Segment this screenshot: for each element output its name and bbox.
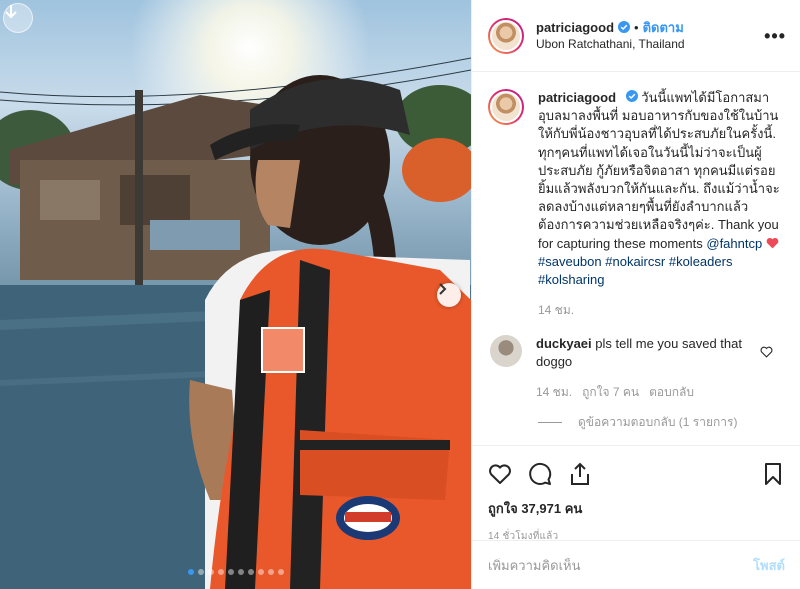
post-details-panel: patriciagood • ติดตาม Ubon Ratchathani, …: [471, 0, 800, 589]
hashtag-link[interactable]: #koleaders: [669, 254, 733, 269]
photo-scene: [0, 0, 471, 589]
carousel-dot: [208, 569, 214, 575]
replies-divider: [538, 422, 562, 424]
username-link[interactable]: patriciagood: [536, 19, 614, 36]
hashtag-link[interactable]: #nokaircsr: [605, 254, 665, 269]
caption-username[interactable]: patriciagood: [538, 90, 616, 105]
action-bar: [488, 454, 785, 494]
add-comment-bar: โพสต์: [472, 540, 800, 589]
carousel-dot: [228, 569, 234, 575]
mention-link[interactable]: @fahntcp: [706, 236, 762, 251]
comment-age: 14 ชม.: [536, 385, 573, 400]
heart-icon[interactable]: [488, 462, 512, 486]
next-arrow-icon[interactable]: [437, 283, 461, 307]
red-heart-emoji: [766, 236, 779, 249]
hashtag-link[interactable]: #saveubon: [538, 254, 602, 269]
carousel-dot: [238, 569, 244, 575]
avatar[interactable]: [488, 17, 524, 54]
caption-text: วันนี้แพทได้มีโอกาสมาอุบลมาลงพื้นที่ มอบ…: [538, 90, 780, 251]
carousel-indicator: [188, 569, 284, 575]
caption-age: 14 ชม.: [538, 303, 575, 318]
likes-count[interactable]: ถูกใจ 37,971 คน: [488, 498, 785, 519]
reply-button[interactable]: ตอบกลับ: [649, 383, 694, 401]
comments-section: patriciagood วันนี้แพทได้มีโอกาสมาอุบลมา…: [472, 73, 800, 445]
heart-icon[interactable]: [760, 345, 773, 359]
comment-likes-link[interactable]: ถูกใจ 7 คน: [582, 383, 639, 401]
verified-badge-icon: [625, 90, 638, 102]
comment-icon[interactable]: [528, 462, 552, 486]
hashtag-link[interactable]: #kolsharing: [538, 272, 605, 287]
bookmark-icon[interactable]: [761, 462, 785, 486]
carousel-dot: [188, 569, 194, 575]
comment-item: duckyaei pls tell me you saved that dogg…: [488, 335, 785, 401]
commenter-username[interactable]: duckyaei: [536, 336, 592, 351]
carousel-dot: [258, 569, 264, 575]
post-photo[interactable]: [0, 0, 471, 589]
view-replies-button[interactable]: ดูข้อความตอบกลับ (1 รายการ): [538, 413, 785, 432]
carousel-dot: [218, 569, 224, 575]
caption-avatar[interactable]: [488, 89, 524, 125]
carousel-dot: [278, 569, 284, 575]
add-comment-input[interactable]: [488, 557, 754, 573]
caption: patriciagood วันนี้แพทได้มีโอกาสมาอุบลมา…: [488, 89, 785, 319]
actions-section: ถูกใจ 37,971 คน 14 ชั่วโมงที่แล้ว: [472, 445, 800, 544]
more-options-icon[interactable]: •••: [764, 26, 786, 47]
commenter-avatar[interactable]: [490, 335, 522, 368]
post-header: patriciagood • ติดตาม Ubon Ratchathani, …: [472, 0, 800, 72]
post-comment-button[interactable]: โพสต์: [753, 555, 785, 576]
verified-badge-icon: [618, 21, 631, 33]
follow-button[interactable]: ติดตาม: [643, 19, 684, 36]
carousel-dot: [248, 569, 254, 575]
share-icon[interactable]: [568, 462, 592, 486]
location-link[interactable]: Ubon Ratchathani, Thailand: [536, 36, 685, 53]
carousel-dot: [198, 569, 204, 575]
view-replies-label: ดูข้อความตอบกลับ (1 รายการ): [578, 415, 738, 430]
carousel-dot: [268, 569, 274, 575]
separator: •: [634, 19, 639, 35]
download-icon[interactable]: [3, 3, 33, 33]
